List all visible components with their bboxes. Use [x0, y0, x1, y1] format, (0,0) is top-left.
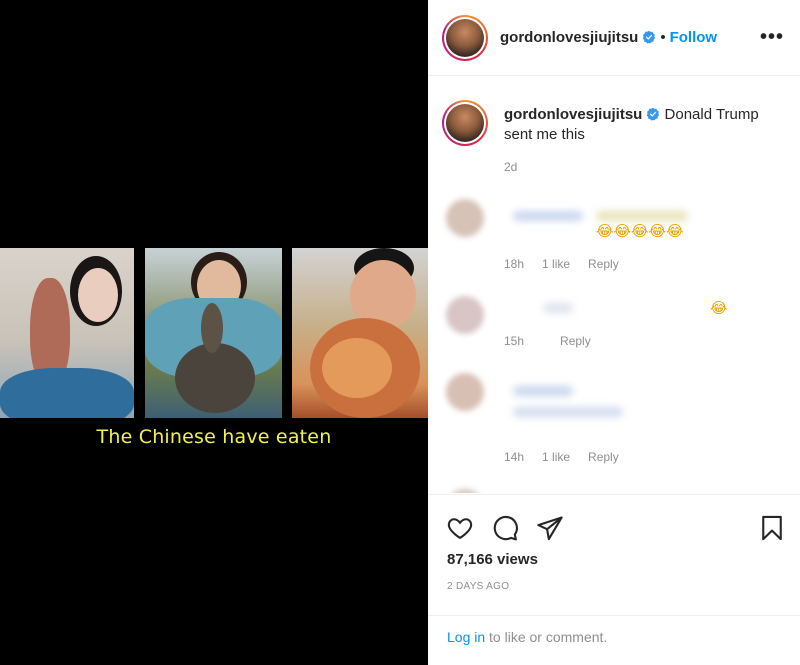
- comment-likes[interactable]: 1 like: [542, 257, 570, 271]
- author-avatar[interactable]: [442, 15, 488, 61]
- post-side-panel: gordonlovesjiujitsu • Follow ••• gordonlov…: [428, 0, 800, 665]
- header-separator: •: [660, 29, 666, 46]
- caption-author-avatar[interactable]: [442, 100, 488, 146]
- heart-icon[interactable]: [446, 514, 474, 542]
- comment-time[interactable]: 18h: [504, 257, 524, 271]
- verified-badge-icon: [643, 30, 656, 44]
- video-frame-middle: [145, 248, 282, 418]
- comment-time[interactable]: 15h: [504, 334, 524, 348]
- bookmark-icon[interactable]: [758, 514, 786, 542]
- comment-avatar[interactable]: [446, 489, 484, 493]
- comment-blurred-text: [513, 407, 623, 417]
- author-username[interactable]: gordonlovesjiujitsu: [500, 29, 638, 46]
- comment-time[interactable]: 14h: [504, 450, 524, 464]
- post-video[interactable]: The Chinese have eaten: [0, 0, 428, 665]
- login-prompt-text: to like or comment.: [485, 629, 608, 645]
- reply-button[interactable]: Reply: [560, 334, 591, 348]
- post-date[interactable]: 2 DAYS AGO: [447, 581, 509, 592]
- reply-button[interactable]: Reply: [588, 257, 619, 271]
- caption-timestamp[interactable]: 2d: [504, 160, 517, 174]
- verified-badge-icon: [647, 107, 660, 121]
- comment-avatar[interactable]: [446, 199, 484, 237]
- caption-username[interactable]: gordonlovesjiujitsu: [504, 106, 642, 123]
- comment-emojis: 😂😂😂😂😂: [596, 222, 684, 240]
- comment-avatar[interactable]: [446, 296, 484, 334]
- share-icon[interactable]: [536, 514, 564, 542]
- comment-blurred-text: [513, 211, 583, 221]
- login-link[interactable]: Log in: [447, 629, 485, 645]
- more-options-icon[interactable]: •••: [760, 26, 784, 49]
- comments-section[interactable]: gordonlovesjiujitsu Donald Trump sent me…: [428, 77, 800, 493]
- post-header: gordonlovesjiujitsu • Follow •••: [428, 0, 800, 76]
- login-prompt: Log in to like or comment.: [428, 615, 800, 658]
- follow-button[interactable]: Follow: [670, 29, 718, 46]
- comment-likes[interactable]: 1 like: [542, 450, 570, 464]
- comment-blurred-text: [543, 303, 573, 313]
- comment-meta: 18h 1 like Reply: [504, 257, 637, 271]
- reply-button[interactable]: Reply: [588, 450, 619, 464]
- video-caption-overlay: The Chinese have eaten: [96, 426, 332, 448]
- comment-avatar[interactable]: [446, 373, 484, 411]
- comment-blurred-text: [596, 211, 688, 221]
- view-count[interactable]: 87,166 views: [447, 551, 538, 568]
- post-actions: 87,166 views 2 DAYS AGO Log in to like o…: [428, 494, 800, 665]
- comment-emojis: 😂: [710, 299, 728, 317]
- post-caption: gordonlovesjiujitsu Donald Trump sent me…: [504, 105, 784, 145]
- video-frame-right: [292, 248, 428, 418]
- comment-blurred-text: [513, 386, 573, 396]
- comment-meta: 14h 1 like Reply: [504, 450, 637, 464]
- comment-meta: 15h Reply: [504, 334, 609, 348]
- comment-icon[interactable]: [491, 514, 519, 542]
- video-frame-left: [0, 248, 134, 418]
